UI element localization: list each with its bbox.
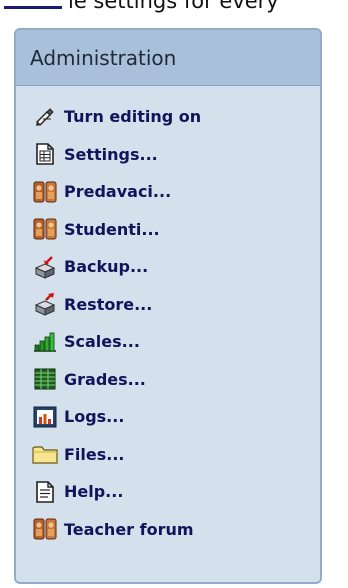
menu-item-turn-editing-on[interactable]: Turn editing on [16, 98, 320, 136]
menu-item-settings[interactable]: Settings... [16, 136, 320, 174]
restore-box-icon [32, 291, 58, 317]
edit-pencil-icon [32, 104, 58, 130]
scales-bar-chart-icon [32, 329, 58, 355]
folder-icon [32, 441, 58, 467]
cropped-page-text: le settings for every [0, 0, 348, 22]
menu-item-restore[interactable]: Restore... [16, 286, 320, 324]
menu-item-label[interactable]: Logs... [64, 407, 124, 426]
menu-item-label[interactable]: Settings... [64, 145, 158, 164]
admin-menu: Turn editing on Settings... Predavaci...… [16, 86, 320, 548]
menu-item-grades[interactable]: Grades... [16, 361, 320, 399]
menu-item-scales[interactable]: Scales... [16, 323, 320, 361]
settings-document-icon [32, 141, 58, 167]
menu-item-teacher-forum[interactable]: Teacher forum [16, 511, 320, 549]
logs-chart-icon [32, 404, 58, 430]
menu-item-label[interactable]: Backup... [64, 257, 148, 276]
menu-item-label[interactable]: Predavaci... [64, 182, 171, 201]
teacher-forum-people-icon [32, 516, 58, 542]
help-document-icon [32, 479, 58, 505]
menu-item-label[interactable]: Grades... [64, 370, 146, 389]
menu-item-backup[interactable]: Backup... [16, 248, 320, 286]
block-title: Administration [30, 45, 177, 70]
menu-item-label[interactable]: Help... [64, 482, 123, 501]
administration-block: Administration Turn editing on Settings.… [14, 28, 322, 584]
menu-item-studenti[interactable]: Studenti... [16, 211, 320, 249]
students-people-icon [32, 216, 58, 242]
menu-item-label[interactable]: Turn editing on [64, 107, 201, 126]
menu-item-label[interactable]: Scales... [64, 332, 140, 351]
menu-item-label[interactable]: Files... [64, 445, 125, 464]
menu-item-predavaci[interactable]: Predavaci... [16, 173, 320, 211]
backup-box-icon [32, 254, 58, 280]
block-header: Administration [16, 30, 320, 86]
menu-item-label[interactable]: Restore... [64, 295, 152, 314]
menu-item-label[interactable]: Studenti... [64, 220, 160, 239]
menu-item-logs[interactable]: Logs... [16, 398, 320, 436]
cropped-text: le settings for every [68, 0, 279, 13]
grades-spreadsheet-icon [32, 366, 58, 392]
menu-item-label[interactable]: Teacher forum [64, 520, 194, 539]
cropped-link-underline[interactable] [4, 0, 62, 9]
menu-item-help[interactable]: Help... [16, 473, 320, 511]
teachers-people-icon [32, 179, 58, 205]
menu-item-files[interactable]: Files... [16, 436, 320, 474]
